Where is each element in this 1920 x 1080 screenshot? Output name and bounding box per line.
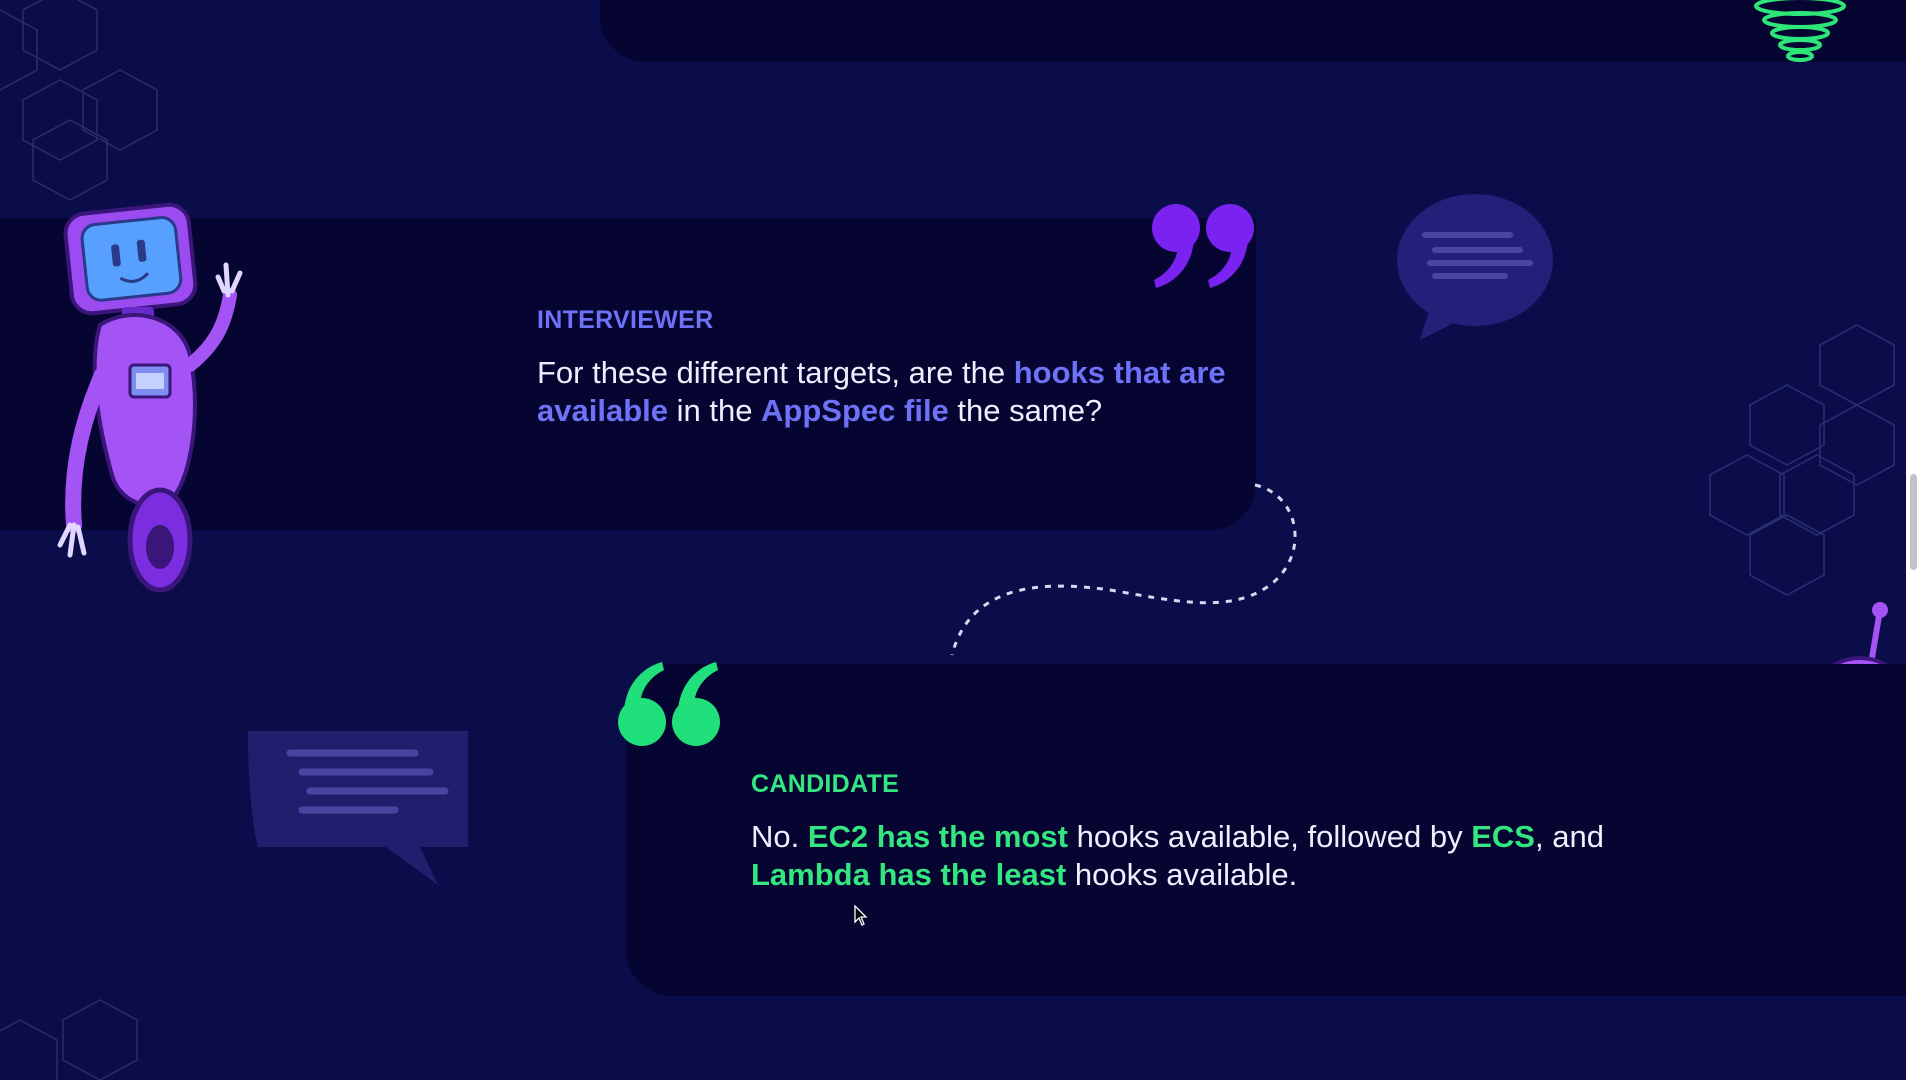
closing-quote-icon xyxy=(1152,204,1254,288)
interviewer-question-text: For these different targets, are the hoo… xyxy=(537,354,1237,430)
answer-highlight-ecs: ECS xyxy=(1471,819,1535,854)
answer-text-part: hooks available, followed by xyxy=(1067,819,1472,854)
opening-quote-icon xyxy=(618,662,720,746)
scrollbar-thumb[interactable] xyxy=(1910,474,1917,570)
robot-illustration xyxy=(57,202,243,593)
question-text-part: the same? xyxy=(948,393,1103,428)
answer-highlight-lambda: Lambda has the least xyxy=(751,857,1067,892)
speech-bubble-icon xyxy=(1397,194,1553,340)
question-text-part: For these different targets, are the xyxy=(537,355,1014,390)
answer-text-part: , and xyxy=(1534,819,1604,854)
question-text-part: in the xyxy=(667,393,762,428)
dashed-connector-line xyxy=(950,483,1297,656)
interviewer-role-label: INTERVIEWER xyxy=(537,306,714,334)
answer-text-part: No. xyxy=(751,819,808,854)
robot-illustration xyxy=(1754,0,1846,62)
mouse-cursor-icon xyxy=(854,905,868,926)
speech-bubble-icon xyxy=(248,731,468,885)
answer-highlight-ec2: EC2 has the most xyxy=(807,819,1068,854)
candidate-answer-text: No. EC2 has the most hooks available, fo… xyxy=(751,818,1671,894)
question-highlight-appspec: AppSpec file xyxy=(761,393,949,428)
answer-text-part: hooks available. xyxy=(1066,857,1298,892)
candidate-role-label: CANDIDATE xyxy=(751,770,900,798)
hexagon-pattern-top-left xyxy=(0,0,158,200)
previous-message-card xyxy=(600,0,1906,62)
hexagon-pattern-bottom-left xyxy=(0,999,138,1080)
hexagon-pattern-right xyxy=(1709,324,1895,596)
